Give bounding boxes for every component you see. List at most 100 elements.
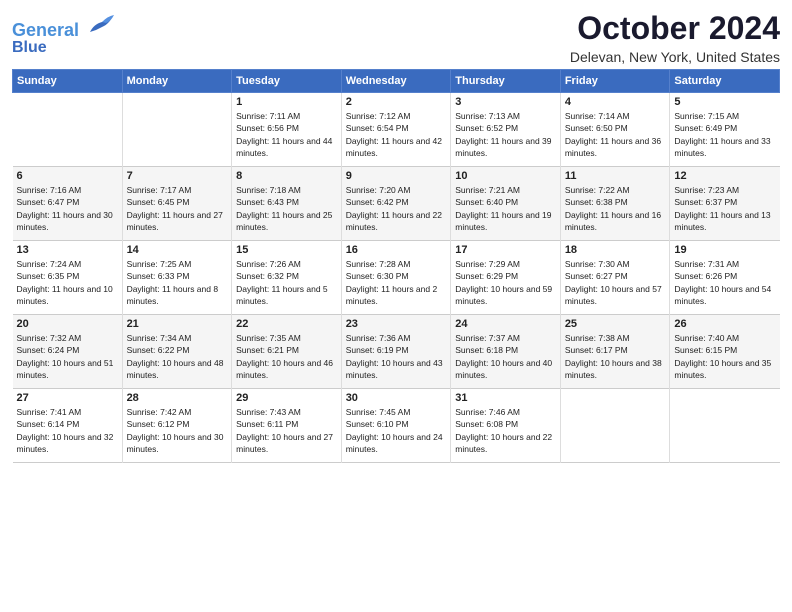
day-info: Sunrise: 7:35 AM Sunset: 6:21 PM Dayligh… [236,332,337,381]
day-info: Sunrise: 7:32 AM Sunset: 6:24 PM Dayligh… [17,332,118,381]
calendar-cell: 30Sunrise: 7:45 AM Sunset: 6:10 PM Dayli… [341,389,451,463]
day-info: Sunrise: 7:43 AM Sunset: 6:11 PM Dayligh… [236,406,337,455]
weekday-header-saturday: Saturday [670,70,780,93]
day-number: 15 [236,244,337,256]
day-info: Sunrise: 7:42 AM Sunset: 6:12 PM Dayligh… [127,406,228,455]
calendar-week-1: 1 Sunrise: 7:11 AM Sunset: 6:56 PM Daylig… [13,93,780,167]
calendar-cell: 10Sunrise: 7:21 AM Sunset: 6:40 PM Dayli… [451,167,561,241]
month-title: October 2024 [570,10,780,47]
logo-text: General [12,14,114,41]
day-info: Sunrise: 7:12 AM Sunset: 6:54 PM Dayligh… [346,110,447,159]
calendar-cell: 19 Sunrise: 7:31 AM Sunset: 6:26 PM Dayli… [670,241,780,315]
day-number: 28 [127,392,228,404]
calendar-cell: 9 Sunrise: 7:20 AM Sunset: 6:42 PM Daylig… [341,167,451,241]
day-number: 25 [565,318,666,330]
day-number: 23 [346,318,447,330]
weekday-header-tuesday: Tuesday [232,70,342,93]
day-number: 3 [455,96,556,108]
calendar-cell: 8 Sunrise: 7:18 AM Sunset: 6:43 PM Daylig… [232,167,342,241]
day-info: Sunrise: 7:30 AM Sunset: 6:27 PM Dayligh… [565,258,666,307]
calendar-cell: 5Sunrise: 7:15 AM Sunset: 6:49 PM Daylig… [670,93,780,167]
day-number: 8 [236,170,337,182]
calendar-cell: 1 Sunrise: 7:11 AM Sunset: 6:56 PM Daylig… [232,93,342,167]
day-info: Sunrise: 7:11 AM Sunset: 6:56 PM Dayligh… [236,110,337,159]
day-info: Sunrise: 7:36 AM Sunset: 6:19 PM Dayligh… [346,332,447,381]
day-number: 14 [127,244,228,256]
day-number: 26 [674,318,775,330]
calendar-cell: 17 Sunrise: 7:29 AM Sunset: 6:29 PM Dayli… [451,241,561,315]
day-number: 11 [565,170,666,182]
page-container: General Blue October 2024 Delevan, New Y… [0,0,792,471]
day-info: Sunrise: 7:20 AM Sunset: 6:42 PM Dayligh… [346,184,447,233]
day-number: 1 [236,96,337,108]
calendar-week-4: 20 Sunrise: 7:32 AM Sunset: 6:24 PM Dayli… [13,315,780,389]
day-info: Sunrise: 7:14 AM Sunset: 6:50 PM Dayligh… [565,110,666,159]
day-number: 16 [346,244,447,256]
day-number: 17 [455,244,556,256]
day-info: Sunrise: 7:16 AM Sunset: 6:47 PM Dayligh… [17,184,118,233]
title-block: October 2024 Delevan, New York, United S… [570,10,780,65]
calendar-cell: 7 Sunrise: 7:17 AM Sunset: 6:45 PM Daylig… [122,167,232,241]
calendar-cell: 2 Sunrise: 7:12 AM Sunset: 6:54 PM Daylig… [341,93,451,167]
calendar-cell: 6 Sunrise: 7:16 AM Sunset: 6:47 PM Daylig… [13,167,123,241]
day-info: Sunrise: 7:28 AM Sunset: 6:30 PM Dayligh… [346,258,447,307]
day-number: 10 [455,170,556,182]
day-info: Sunrise: 7:38 AM Sunset: 6:17 PM Dayligh… [565,332,666,381]
calendar-cell: 25 Sunrise: 7:38 AM Sunset: 6:17 PM Dayli… [560,315,670,389]
calendar-cell [670,389,780,463]
day-number: 31 [455,392,556,404]
day-number: 24 [455,318,556,330]
calendar-cell: 11 Sunrise: 7:22 AM Sunset: 6:38 PM Dayli… [560,167,670,241]
location-title: Delevan, New York, United States [570,49,780,65]
logo-blue: Blue [12,39,114,57]
day-info: Sunrise: 7:22 AM Sunset: 6:38 PM Dayligh… [565,184,666,233]
day-info: Sunrise: 7:15 AM Sunset: 6:49 PM Dayligh… [674,110,775,159]
calendar-cell: 26Sunrise: 7:40 AM Sunset: 6:15 PM Dayli… [670,315,780,389]
day-number: 19 [674,244,775,256]
day-number: 22 [236,318,337,330]
header: General Blue October 2024 Delevan, New Y… [12,10,780,65]
day-number: 18 [565,244,666,256]
day-info: Sunrise: 7:46 AM Sunset: 6:08 PM Dayligh… [455,406,556,455]
calendar-week-5: 27Sunrise: 7:41 AM Sunset: 6:14 PM Dayli… [13,389,780,463]
calendar-cell: 28 Sunrise: 7:42 AM Sunset: 6:12 PM Dayli… [122,389,232,463]
day-info: Sunrise: 7:25 AM Sunset: 6:33 PM Dayligh… [127,258,228,307]
calendar-cell: 24Sunrise: 7:37 AM Sunset: 6:18 PM Dayli… [451,315,561,389]
day-number: 20 [17,318,118,330]
day-number: 2 [346,96,447,108]
day-info: Sunrise: 7:45 AM Sunset: 6:10 PM Dayligh… [346,406,447,455]
day-info: Sunrise: 7:18 AM Sunset: 6:43 PM Dayligh… [236,184,337,233]
calendar-cell: 29Sunrise: 7:43 AM Sunset: 6:11 PM Dayli… [232,389,342,463]
calendar-cell: 22 Sunrise: 7:35 AM Sunset: 6:21 PM Dayli… [232,315,342,389]
day-number: 7 [127,170,228,182]
calendar-cell: 14 Sunrise: 7:25 AM Sunset: 6:33 PM Dayli… [122,241,232,315]
logo-bird-icon [86,14,114,36]
calendar-cell: 13Sunrise: 7:24 AM Sunset: 6:35 PM Dayli… [13,241,123,315]
day-info: Sunrise: 7:26 AM Sunset: 6:32 PM Dayligh… [236,258,337,307]
calendar-cell: 27Sunrise: 7:41 AM Sunset: 6:14 PM Dayli… [13,389,123,463]
calendar-cell: 16 Sunrise: 7:28 AM Sunset: 6:30 PM Dayli… [341,241,451,315]
day-info: Sunrise: 7:17 AM Sunset: 6:45 PM Dayligh… [127,184,228,233]
day-info: Sunrise: 7:23 AM Sunset: 6:37 PM Dayligh… [674,184,775,233]
day-number: 4 [565,96,666,108]
day-info: Sunrise: 7:34 AM Sunset: 6:22 PM Dayligh… [127,332,228,381]
calendar-cell: 12Sunrise: 7:23 AM Sunset: 6:37 PM Dayli… [670,167,780,241]
calendar-cell: 21 Sunrise: 7:34 AM Sunset: 6:22 PM Dayli… [122,315,232,389]
calendar-table: SundayMondayTuesdayWednesdayThursdayFrid… [12,69,780,463]
weekday-header-sunday: Sunday [13,70,123,93]
day-info: Sunrise: 7:31 AM Sunset: 6:26 PM Dayligh… [674,258,775,307]
weekday-header-friday: Friday [560,70,670,93]
calendar-cell [122,93,232,167]
day-info: Sunrise: 7:29 AM Sunset: 6:29 PM Dayligh… [455,258,556,307]
day-number: 13 [17,244,118,256]
day-info: Sunrise: 7:41 AM Sunset: 6:14 PM Dayligh… [17,406,118,455]
calendar-week-3: 13Sunrise: 7:24 AM Sunset: 6:35 PM Dayli… [13,241,780,315]
day-number: 9 [346,170,447,182]
calendar-cell: 23 Sunrise: 7:36 AM Sunset: 6:19 PM Dayli… [341,315,451,389]
day-number: 21 [127,318,228,330]
calendar-cell [13,93,123,167]
weekday-header-row: SundayMondayTuesdayWednesdayThursdayFrid… [13,70,780,93]
day-number: 6 [17,170,118,182]
logo-general: General [12,20,79,40]
calendar-cell: 15 Sunrise: 7:26 AM Sunset: 6:32 PM Dayli… [232,241,342,315]
